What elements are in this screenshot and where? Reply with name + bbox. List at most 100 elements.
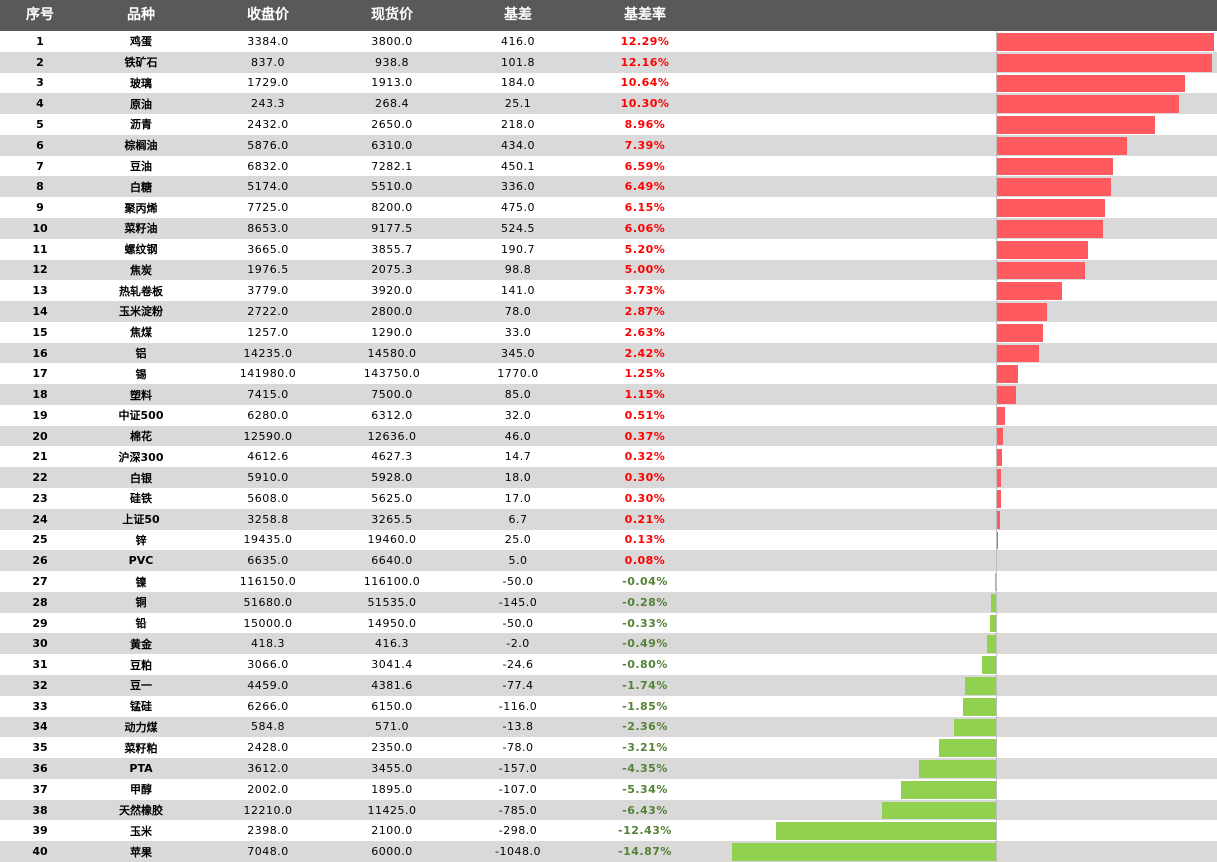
cell-variety: 玉米淀粉 xyxy=(119,305,163,319)
table-row: 20 棉花 12590.0 12636.0 46.0 0.37% xyxy=(0,425,1217,447)
cell-variety: 原油 xyxy=(130,97,152,111)
cell-close-price: 5608.0 xyxy=(247,491,289,505)
basis-rate-bar xyxy=(996,136,1128,155)
cell-variety: 沪深300 xyxy=(118,450,164,464)
cell-no: 25 xyxy=(32,533,48,547)
cell-close-price: 243.3 xyxy=(251,97,285,111)
cell-basis: -24.6 xyxy=(502,658,534,672)
basis-rate-bar xyxy=(996,199,1106,217)
cell-no: 1 xyxy=(36,34,44,48)
cell-close-price: 12590.0 xyxy=(243,429,293,443)
cell-variety: 铝 xyxy=(135,347,147,360)
cell-spot-price: 8200.0 xyxy=(371,201,413,215)
cell-no: 2 xyxy=(36,55,44,69)
basis-rate-bar xyxy=(996,365,1019,384)
table-row: 28 铜 51680.0 51535.0 -145.0 -0.28% xyxy=(0,591,1217,613)
header-basis: 基差 xyxy=(504,7,532,23)
cell-spot-price: 3265.5 xyxy=(371,512,413,526)
cell-close-price: 19435.0 xyxy=(243,533,293,547)
cell-close-price: 6635.0 xyxy=(247,554,289,568)
table-row: 23 硅铁 5608.0 5625.0 17.0 0.30% xyxy=(0,488,1217,509)
cell-no: 37 xyxy=(32,782,48,796)
cell-close-price: 2428.0 xyxy=(247,741,289,755)
cell-basis-rate: 5.00% xyxy=(624,263,666,277)
table-row: 32 豆一 4459.0 4381.6 -77.4 -1.74% xyxy=(0,675,1217,696)
basis-rate-bar xyxy=(996,178,1112,197)
table-row: 40 苹果 7048.0 6000.0 -1048.0 -14.87% xyxy=(0,841,1217,862)
basis-rate-bar xyxy=(996,406,1006,425)
table-row: 37 甲醇 2002.0 1895.0 -107.0 -5.34% xyxy=(0,778,1217,800)
basis-rate-bar xyxy=(996,53,1212,72)
table-row: 21 沪深300 4612.6 4627.3 14.7 0.32% xyxy=(0,446,1217,468)
cell-basis: -13.8 xyxy=(502,720,534,734)
cell-basis: 450.1 xyxy=(501,159,535,173)
table-row: 36 PTA 3612.0 3455.0 -157.0 -4.35% xyxy=(0,758,1217,779)
cell-basis: 6.7 xyxy=(508,512,528,526)
basis-rate-bar xyxy=(775,822,996,841)
table-row: 3 玻璃 1729.0 1913.0 184.0 10.64% xyxy=(0,72,1217,94)
cell-spot-price: 143750.0 xyxy=(363,367,421,381)
header-spot-price: 现货价 xyxy=(371,7,413,23)
cell-basis: -145.0 xyxy=(498,595,538,609)
table-row: 4 原油 243.3 268.4 25.1 10.30% xyxy=(0,93,1217,115)
cell-variety: 塑料 xyxy=(130,388,152,402)
cell-no: 13 xyxy=(32,284,48,298)
cell-close-price: 5174.0 xyxy=(247,180,289,194)
basis-rate-bar xyxy=(981,656,996,675)
cell-no: 5 xyxy=(36,117,44,131)
cell-close-price: 15000.0 xyxy=(243,616,293,630)
cell-no: 40 xyxy=(32,845,48,859)
cell-basis: 85.0 xyxy=(504,388,532,402)
cell-close-price: 3384.0 xyxy=(247,34,289,48)
cell-variety: 锡 xyxy=(135,367,147,381)
table-row: 30 黄金 418.3 416.3 -2.0 -0.49% xyxy=(0,633,1217,655)
table-row: 16 铝 14235.0 14580.0 345.0 2.42% xyxy=(0,342,1217,364)
cell-close-price: 4459.0 xyxy=(247,678,289,692)
cell-close-price: 2002.0 xyxy=(247,782,289,796)
cell-basis-rate: 7.39% xyxy=(624,138,666,152)
basis-rate-bar xyxy=(996,33,1214,51)
basis-rate-bar xyxy=(996,74,1185,93)
table-row: 31 豆粕 3066.0 3041.4 -24.6 -0.80% xyxy=(0,654,1217,676)
cell-close-price: 4612.6 xyxy=(247,450,289,464)
basis-rate-bar xyxy=(987,635,996,654)
basis-rate-bar xyxy=(996,303,1047,321)
cell-close-price: 7048.0 xyxy=(247,845,289,859)
table-row: 34 动力煤 584.8 571.0 -13.8 -2.36% xyxy=(0,716,1217,738)
cell-spot-price: 1895.0 xyxy=(371,782,413,796)
cell-basis: 32.0 xyxy=(504,408,532,422)
cell-basis: 25.1 xyxy=(504,97,532,111)
cell-no: 36 xyxy=(32,762,48,775)
cell-basis: -298.0 xyxy=(498,824,538,838)
cell-no: 7 xyxy=(36,159,44,173)
cell-basis: 190.7 xyxy=(501,242,535,256)
cell-no: 21 xyxy=(32,450,48,464)
table-row: 17 锡 141980.0 143750.0 1770.0 1.25% xyxy=(0,363,1217,385)
cell-close-price: 584.8 xyxy=(251,720,285,734)
cell-spot-price: 2075.3 xyxy=(371,263,413,277)
cell-basis-rate: 12.16% xyxy=(620,55,670,69)
cell-basis: 184.0 xyxy=(501,76,535,90)
cell-spot-price: 51535.0 xyxy=(367,595,417,609)
cell-spot-price: 3920.0 xyxy=(371,284,413,298)
cell-basis: 218.0 xyxy=(501,117,535,131)
cell-variety: 豆一 xyxy=(130,679,152,693)
cell-basis: 17.0 xyxy=(504,491,532,505)
cell-spot-price: 1290.0 xyxy=(371,325,413,339)
cell-basis-rate: -0.28% xyxy=(622,595,668,609)
table-row: 39 玉米 2398.0 2100.0 -298.0 -12.43% xyxy=(0,820,1217,842)
cell-spot-price: 11425.0 xyxy=(367,803,417,817)
cell-no: 3 xyxy=(36,76,44,90)
cell-basis-rate: 0.30% xyxy=(624,491,666,505)
cell-no: 28 xyxy=(32,595,48,609)
cell-basis-rate: 12.29% xyxy=(620,34,670,48)
cell-variety: PVC xyxy=(128,554,154,568)
cell-basis-rate: 5.20% xyxy=(624,242,666,256)
cell-variety: 玻璃 xyxy=(130,76,152,90)
basis-rate-bar xyxy=(996,157,1113,176)
cell-spot-price: 6150.0 xyxy=(371,699,413,713)
cell-spot-price: 2100.0 xyxy=(371,824,413,838)
cell-close-price: 6280.0 xyxy=(247,408,289,422)
cell-basis-rate: -5.34% xyxy=(622,782,668,796)
table-row: 6 棕榈油 5876.0 6310.0 434.0 7.39% xyxy=(0,134,1217,156)
